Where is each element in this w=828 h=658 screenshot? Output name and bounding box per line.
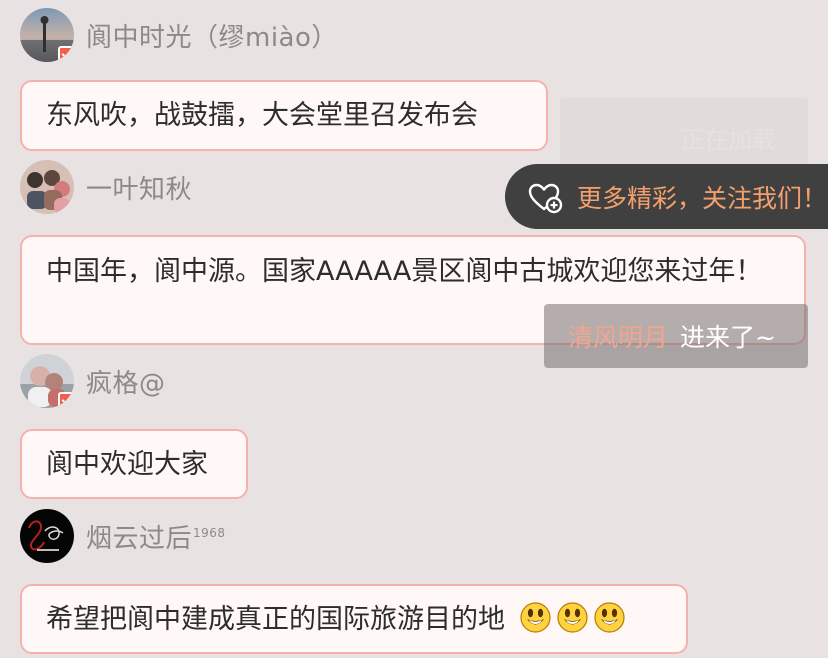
message-text: 东风吹，战鼓擂，大会堂里召发布会 [46, 100, 478, 131]
smile-emoji-icon [593, 602, 625, 633]
smile-emoji-icon [556, 602, 588, 633]
faded-panel-text: 正在加载 [680, 126, 776, 154]
message-text: 阆中欢迎大家 [46, 449, 208, 480]
enter-notice-text: 进来了~ [680, 323, 776, 352]
message-bubble-3: 阆中欢迎大家 [20, 429, 248, 499]
username[interactable]: 一叶知秋 [86, 169, 192, 206]
smile-emoji-icon [519, 602, 551, 633]
username[interactable]: 疯格@ [86, 363, 166, 400]
message-bubble-1: 东风吹，战鼓擂，大会堂里召发布会 [20, 80, 548, 151]
username[interactable]: 阆中时光（缪miào） [86, 17, 338, 54]
username-text[interactable]: 烟云过后 [86, 524, 192, 554]
username[interactable]: 烟云过后1968 [86, 518, 226, 555]
message-user-4[interactable]: 烟云过后1968 [20, 507, 226, 565]
person-photo-avatar[interactable] [20, 354, 74, 408]
level-badge-icon [58, 392, 74, 408]
entered-user-name: 清风明月 [568, 323, 669, 352]
message-text: 希望把阆中建成真正的国际旅游目的地 [46, 604, 505, 635]
enter-notice: 清风明月 进来了~ [544, 304, 808, 368]
message-bubble-4: 希望把阆中建成真正的国际旅游目的地 [20, 584, 688, 654]
message-text: 中国年，阆中源。国家AAAAA景区阆中古城欢迎您来过年！ [46, 256, 763, 287]
username-suffix: 1968 [193, 525, 226, 540]
faded-panel: 正在加载 [560, 98, 808, 172]
follow-tip-button[interactable]: 更多精彩，关注我们！ [505, 164, 828, 229]
message-user-1[interactable]: 阆中时光（缪miào） [20, 6, 338, 64]
message-user-2[interactable]: 一叶知秋 [20, 158, 192, 216]
follow-tip-text[interactable]: 更多精彩，关注我们！ [577, 179, 827, 215]
level-badge-icon [58, 46, 74, 62]
heart-plus-icon [525, 178, 563, 216]
group-photo-avatar[interactable] [20, 160, 74, 214]
black-logo-avatar[interactable] [20, 509, 74, 563]
message-user-3[interactable]: 疯格@ [20, 352, 166, 410]
sunset-lake-avatar[interactable] [20, 8, 74, 62]
